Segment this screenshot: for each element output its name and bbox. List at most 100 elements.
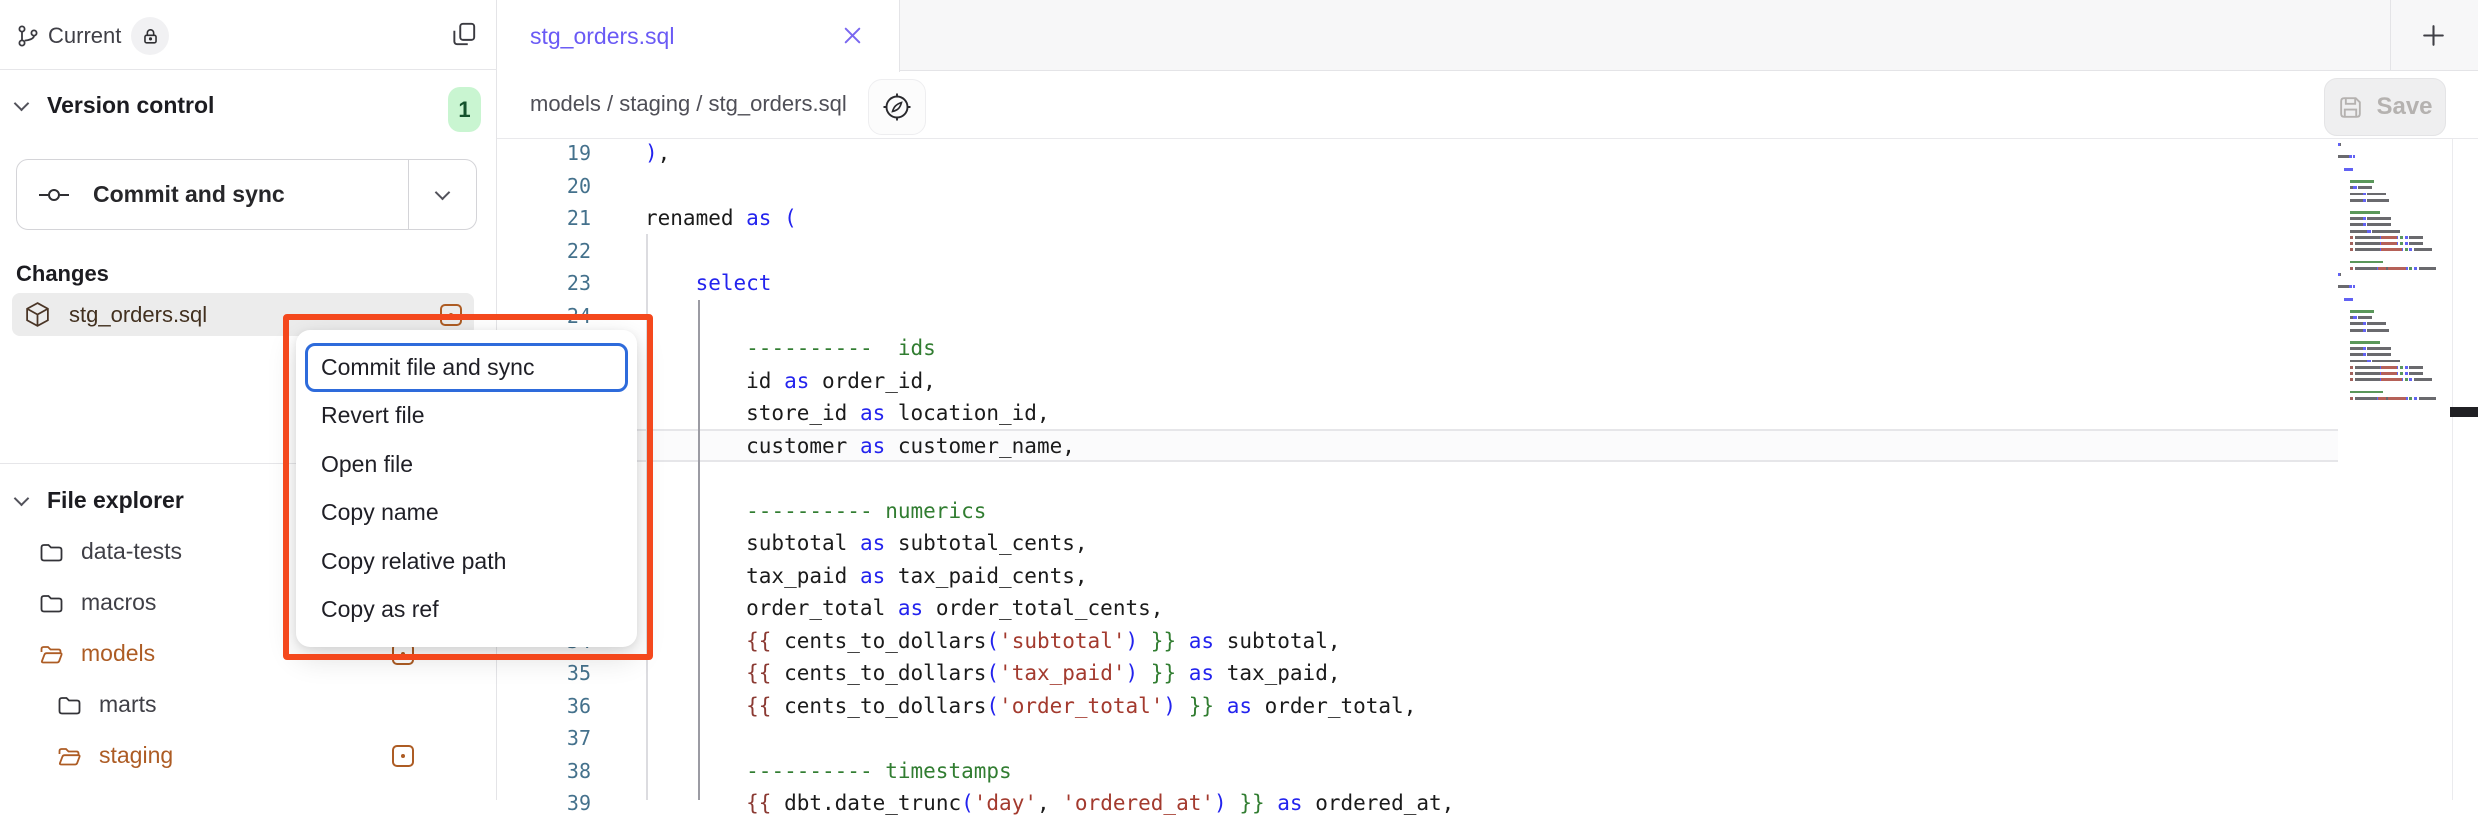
menu-item-copy-name[interactable]: Copy name — [305, 489, 628, 538]
folder-open-icon — [56, 743, 82, 769]
minimap-line — [2338, 149, 2450, 152]
minimap-line — [2338, 155, 2450, 158]
branch-bar: Current — [0, 0, 497, 70]
line-number: 36 — [497, 690, 608, 723]
minimap-line — [2338, 205, 2450, 208]
minimap-line — [2338, 335, 2450, 338]
code-line-27: 27 store_id as location_id, — [497, 397, 2353, 430]
code-line-39: 39 {{ dbt.date_trunc('day', 'ordered_at'… — [497, 787, 2353, 820]
chevron-down-icon — [14, 491, 30, 507]
folder-icon — [38, 539, 64, 565]
version-control-title: Version control — [47, 92, 214, 119]
line-number: 39 — [497, 787, 608, 820]
minimap-line — [2338, 199, 2450, 202]
chevron-down-icon — [435, 184, 451, 200]
minimap-line — [2338, 341, 2450, 344]
minimap-line — [2338, 174, 2450, 177]
minimap-line — [2338, 242, 2450, 245]
code-line-37: 37 — [497, 722, 2353, 755]
changes-count-badge: 1 — [448, 87, 481, 132]
copy-branch-icon[interactable] — [449, 19, 479, 49]
code-line-29: 29 — [497, 462, 2353, 495]
minimap-line — [2338, 397, 2450, 400]
line-number: 19 — [497, 137, 608, 170]
minimap-line — [2338, 143, 2450, 146]
commit-options-dropdown[interactable] — [408, 160, 476, 229]
save-icon — [2337, 94, 2364, 121]
line-number: 24 — [497, 300, 608, 333]
line-number: 23 — [497, 267, 608, 300]
code-line-19: 19), — [497, 137, 2353, 170]
lock-icon — [141, 27, 160, 46]
changed-file-name: stg_orders.sql — [69, 302, 440, 328]
minimap-line — [2338, 316, 2450, 319]
new-tab-icon[interactable] — [2418, 20, 2449, 51]
code-line-33: 33 order_total as order_total_cents, — [497, 592, 2353, 625]
sidebar-item-staging[interactable]: staging — [0, 730, 497, 781]
line-number: 38 — [497, 755, 608, 788]
menu-item-commit-file-and-sync[interactable]: Commit file and sync — [305, 343, 628, 392]
minimap-line — [2338, 285, 2450, 288]
tab-bar-divider — [2390, 0, 2391, 71]
folder-open-icon — [38, 641, 64, 667]
minimap-line — [2338, 353, 2450, 356]
line-number: 20 — [497, 170, 608, 203]
code-line-21: 21renamed as ( — [497, 202, 2353, 235]
minimap-line — [2338, 298, 2450, 301]
code-line-20: 20 — [497, 170, 2353, 203]
code-line-35: 35 {{ cents_to_dollars('tax_paid') }} as… — [497, 657, 2353, 690]
minimap-line — [2338, 168, 2450, 171]
minimap-line — [2338, 292, 2450, 295]
folder-icon — [56, 692, 82, 718]
model-cube-icon — [24, 301, 51, 328]
minimap-line — [2338, 322, 2450, 325]
lineage-compass-button[interactable] — [868, 79, 926, 135]
file-explorer-title: File explorer — [47, 487, 184, 514]
menu-item-copy-relative-path[interactable]: Copy relative path — [305, 537, 628, 586]
modified-icon — [440, 304, 462, 326]
code-line-36: 36 {{ cents_to_dollars('order_total') }}… — [497, 690, 2353, 723]
line-number: 21 — [497, 202, 608, 235]
minimap-line — [2338, 310, 2450, 313]
code-line-22: 22 — [497, 235, 2353, 268]
minimap-line — [2338, 329, 2450, 332]
minimap-line — [2338, 230, 2450, 233]
folder-icon — [38, 590, 64, 616]
minimap-line — [2338, 162, 2450, 165]
minimap-line — [2338, 267, 2450, 270]
menu-item-revert-file[interactable]: Revert file — [305, 392, 628, 441]
minimap-line — [2338, 223, 2450, 226]
menu-item-copy-as-ref[interactable]: Copy as ref — [305, 586, 628, 635]
minimap-line — [2338, 217, 2450, 220]
modified-icon — [392, 745, 414, 767]
code-line-23: 23 select — [497, 267, 2353, 300]
minimap-line — [2338, 186, 2450, 189]
minimap-line — [2338, 366, 2450, 369]
minimap-line — [2338, 261, 2450, 264]
minimap-line — [2338, 304, 2450, 307]
line-number: 37 — [497, 722, 608, 755]
minimap-line — [2338, 193, 2450, 196]
save-button[interactable]: Save — [2324, 78, 2446, 136]
minimap-line — [2338, 254, 2450, 257]
code-line-26: 26 id as order_id, — [497, 365, 2353, 398]
line-number: 22 — [497, 235, 608, 268]
tab-stg-orders[interactable]: stg_orders.sql — [497, 0, 900, 72]
code-line-28: 28 customer as customer_name, — [497, 430, 2353, 463]
scrollbar-thumb[interactable] — [2450, 407, 2478, 417]
close-tab-icon[interactable] — [841, 24, 864, 47]
minimap-line — [2338, 180, 2450, 183]
compass-icon — [882, 92, 912, 122]
breadcrumb: models / staging / stg_orders.sql — [530, 91, 847, 117]
folder-name: staging — [99, 742, 392, 769]
minimap[interactable] — [2338, 143, 2450, 403]
code-lines[interactable]: 19),2021renamed as (2223 select2425 ----… — [497, 137, 2353, 820]
commit-and-sync-button[interactable]: Commit and sync — [16, 159, 477, 230]
save-button-label: Save — [2376, 93, 2432, 121]
menu-item-open-file[interactable]: Open file — [305, 440, 628, 489]
code-line-32: 32 tax_paid as tax_paid_cents, — [497, 560, 2353, 593]
version-control-header[interactable]: Version control — [16, 92, 214, 119]
file-explorer-header[interactable]: File explorer — [16, 487, 184, 514]
sidebar-item-marts[interactable]: marts — [0, 679, 497, 730]
line-number: 35 — [497, 657, 608, 690]
